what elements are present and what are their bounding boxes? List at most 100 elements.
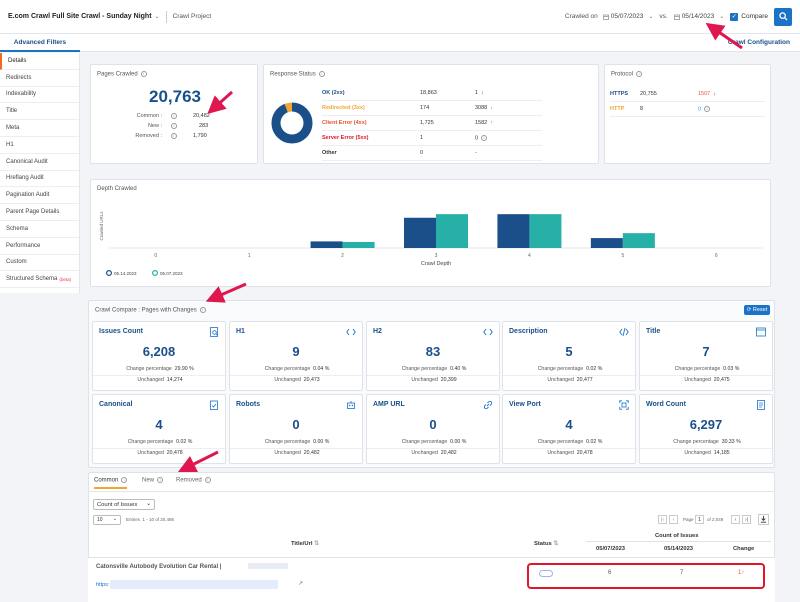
download-button[interactable] — [758, 514, 769, 525]
sidebar-item-label: Redirects — [6, 74, 32, 81]
sidebar-item-title[interactable]: Title — [0, 103, 79, 121]
pager-first-button[interactable]: |‹ — [658, 515, 667, 524]
compare-checkbox[interactable]: ✓ — [730, 12, 739, 21]
response-status-row[interactable]: Client Error (4xx) 1,725 1582 ↑ — [322, 116, 542, 131]
tab-removed[interactable]: Removed i — [176, 477, 211, 484]
legend-label[interactable]: 05.07.2023 — [160, 271, 183, 276]
compare-card-robots[interactable]: Robots 0 Change percentage 0.00 % Unchanged… — [229, 394, 364, 464]
crawl-configuration-link[interactable]: Crawl Configuration — [728, 39, 790, 46]
external-link-icon[interactable]: ↗ — [298, 580, 303, 587]
pager-prev-button[interactable]: ‹ — [669, 515, 678, 524]
sidebar-item-structured-schema[interactable]: Structured Schema (beta) — [0, 271, 79, 289]
pager-last-button[interactable]: ›| — [742, 515, 751, 524]
response-status-row[interactable]: Server Error (5xx) 1 0 i — [322, 131, 542, 146]
response-status-row[interactable]: Redirected (3xx) 174 3088 ↓ — [322, 101, 542, 116]
card-value[interactable]: 0 — [367, 417, 499, 432]
tab-advanced-filters[interactable]: Advanced Filters — [0, 34, 80, 52]
pager-page-input[interactable]: 1 — [695, 515, 704, 524]
chevron-down-icon[interactable]: ⌄ — [155, 13, 160, 20]
response-status-row[interactable]: Other 0 - — [322, 146, 542, 161]
bar-depth-3-series-0[interactable] — [404, 217, 436, 248]
info-icon[interactable]: i — [636, 71, 643, 77]
compare-card-h1[interactable]: H1 9 Change percentage 0.04 % Unchanged 20,… — [229, 321, 364, 391]
tab-common[interactable]: Common i — [94, 477, 128, 489]
donut-slice-ok[interactable] — [271, 102, 313, 144]
sidebar-item-canonical-audit[interactable]: Canonical Audit — [0, 154, 79, 171]
legend-label[interactable]: 05.14.2023 — [114, 271, 137, 276]
status-change: 3088 ↓ — [475, 105, 493, 111]
sidebar-item-parent-page-details[interactable]: Parent Page Details — [0, 204, 79, 221]
card-value[interactable]: 0 — [230, 417, 362, 432]
compare-card-amp-url[interactable]: AMP URL 0 Change percentage 0.00 % Unchange… — [366, 394, 501, 464]
clipboard-check-icon — [210, 400, 218, 410]
page-size-select[interactable]: 10 ⌄ — [93, 515, 121, 525]
card-value[interactable]: 9 — [230, 344, 362, 359]
card-value[interactable]: 7 — [640, 344, 772, 359]
compare-card-issues-count[interactable]: Issues Count 6,208 Change percentage 29.90… — [92, 321, 227, 391]
compare-card-title[interactable]: Title 7 Change percentage 0.03 % Unchanged … — [639, 321, 774, 391]
date-b-select[interactable]: 05/14/2023 ⌄ — [673, 13, 724, 20]
info-icon[interactable]: i — [140, 71, 147, 77]
bar-depth-2-series-0[interactable] — [310, 241, 343, 248]
info-icon[interactable]: i — [318, 71, 325, 77]
card-value[interactable]: 6,208 — [93, 344, 225, 359]
info-icon[interactable]: i — [171, 113, 177, 119]
status-name[interactable]: Redirected (3xx) — [322, 105, 420, 111]
bar-depth-4-series-0[interactable] — [497, 214, 530, 248]
sidebar-item-hreflang-audit[interactable]: Hreflang Audit — [0, 171, 79, 188]
protocol-row[interactable]: HTTP 8 0 i — [610, 102, 765, 117]
col-date-b[interactable]: 05/14/2023 — [664, 546, 693, 552]
issues-filter-select[interactable]: Count of Issues ⌄ — [93, 499, 155, 510]
sidebar-item-pagination-audit[interactable]: Pagination Audit — [0, 187, 79, 205]
response-status-row[interactable]: OK (2xx) 18,863 1 ↓ — [322, 86, 542, 101]
compare-card-h2[interactable]: H2 83 Change percentage 0.40 % Unchanged 20… — [366, 321, 501, 391]
reset-button[interactable]: ⟳ Reset — [744, 305, 770, 315]
protocol-name[interactable]: HTTPS — [610, 91, 640, 97]
row-url[interactable]: https: — [96, 582, 109, 588]
row-title: Catonsville Autobody Evolution Car Renta… — [96, 564, 222, 570]
compare-card-word-count[interactable]: Word Count 6,297 Change percentage 30.33 %… — [639, 394, 774, 464]
card-value[interactable]: 5 — [503, 344, 635, 359]
compare-card-canonical[interactable]: Canonical 4 Change percentage 0.02 % Unchan… — [92, 394, 227, 464]
sidebar-item-performance[interactable]: Performance — [0, 238, 79, 255]
info-icon[interactable]: i — [171, 123, 177, 129]
compare-card-view-port[interactable]: View Port 4 Change percentage 0.02 % Unchan… — [502, 394, 637, 464]
sidebar-item-indexability[interactable]: Indexability — [0, 87, 79, 104]
status-name[interactable]: Client Error (4xx) — [322, 120, 420, 126]
tab-new[interactable]: New i — [142, 477, 164, 484]
bar-depth-3-series-1[interactable] — [436, 214, 468, 248]
legend-marker[interactable] — [151, 269, 158, 276]
col-date-a[interactable]: 05/07/2023 — [596, 546, 625, 552]
bar-depth-5-series-1[interactable] — [622, 233, 655, 248]
pager-next-button[interactable]: › — [731, 515, 740, 524]
sidebar-item-h1[interactable]: H1 — [0, 137, 79, 154]
status-name[interactable]: OK (2xx) — [322, 90, 420, 96]
card-value[interactable]: 4 — [93, 417, 225, 432]
card-value[interactable]: 6,297 — [640, 417, 772, 432]
compare-card-description[interactable]: Description 5 Change percentage 0.02 % Unch… — [502, 321, 637, 391]
bar-depth-5-series-0[interactable] — [590, 238, 623, 248]
sidebar-item-meta[interactable]: Meta — [0, 120, 79, 137]
protocol-name[interactable]: HTTP — [610, 106, 640, 112]
protocol-row[interactable]: HTTPS 20,755 1507 ↓ — [610, 87, 765, 102]
info-icon[interactable]: i — [199, 307, 206, 313]
sidebar-item-redirects[interactable]: Redirects — [0, 70, 79, 87]
status-name[interactable]: Other — [322, 150, 420, 156]
project-title[interactable]: E.com Crawl Full Site Crawl - Sunday Nig… — [8, 13, 152, 20]
bar-depth-4-series-1[interactable] — [529, 214, 562, 248]
col-title-url[interactable]: Title/Url ⇅ — [291, 541, 319, 547]
sidebar-item-custom[interactable]: Custom — [0, 255, 79, 272]
date-a-select[interactable]: 05/07/2023 ⌄ — [602, 13, 653, 20]
search-button[interactable] — [774, 7, 792, 26]
col-status[interactable]: Status ⇅ — [534, 541, 558, 547]
card-value[interactable]: 83 — [367, 344, 499, 359]
x-tick-label: 6 — [715, 253, 718, 259]
status-name[interactable]: Server Error (5xx) — [322, 135, 420, 141]
col-change[interactable]: Change — [733, 546, 754, 552]
card-value[interactable]: 4 — [503, 417, 635, 432]
sidebar-item-schema[interactable]: Schema — [0, 221, 79, 238]
legend-marker[interactable] — [106, 269, 113, 276]
sidebar-item-details[interactable]: Details — [0, 53, 79, 70]
bar-depth-2-series-1[interactable] — [342, 241, 375, 248]
info-icon[interactable]: i — [171, 133, 177, 139]
